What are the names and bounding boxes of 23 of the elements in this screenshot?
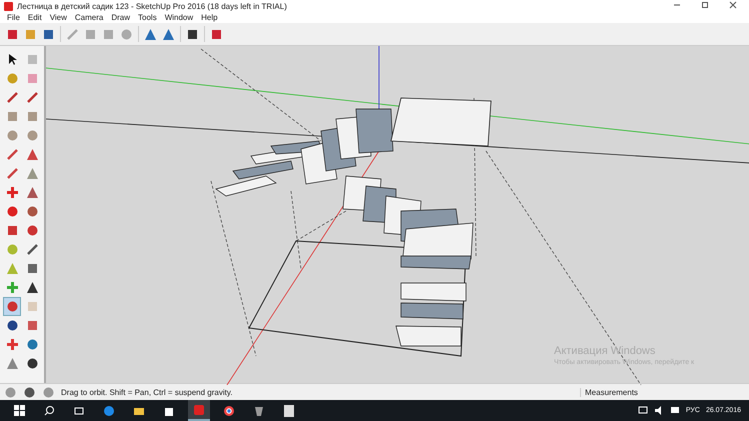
window-title: Лестница в детский садик 123 - SketchUp Pro 2016 (18 days left in TRIAL) [17,2,288,10]
menu-item[interactable]: Tools [134,13,161,22]
menu-item[interactable]: Draw [107,13,134,22]
menu-item[interactable]: File [3,13,24,22]
windows-logo-icon[interactable] [14,405,24,416]
menu-item[interactable]: Camera [70,13,108,22]
menu-item[interactable]: Help [197,13,222,22]
app-logo-icon [193,404,205,416]
circle-icon [6,129,18,142]
search-icon[interactable] [44,405,54,416]
active-app-taskbar-button[interactable] [188,400,210,421]
task-view-icon[interactable] [73,406,85,416]
speaker-icon[interactable] [654,406,664,415]
menu-item[interactable]: View [46,13,71,22]
app-logo-icon [4,2,13,10]
status-hint: Drag to orbit. Shift = Pan, Ctrl = suspend gravity. [61,388,234,396]
measurements-label: Measurements [580,388,745,396]
menu-item[interactable]: Window [160,13,198,22]
rectangle-icon [6,110,18,123]
chrome-logo-icon[interactable] [223,404,235,416]
menu-item[interactable]: Edit [24,13,46,22]
close-icon[interactable] [729,1,737,9]
restore-icon[interactable] [701,1,709,9]
